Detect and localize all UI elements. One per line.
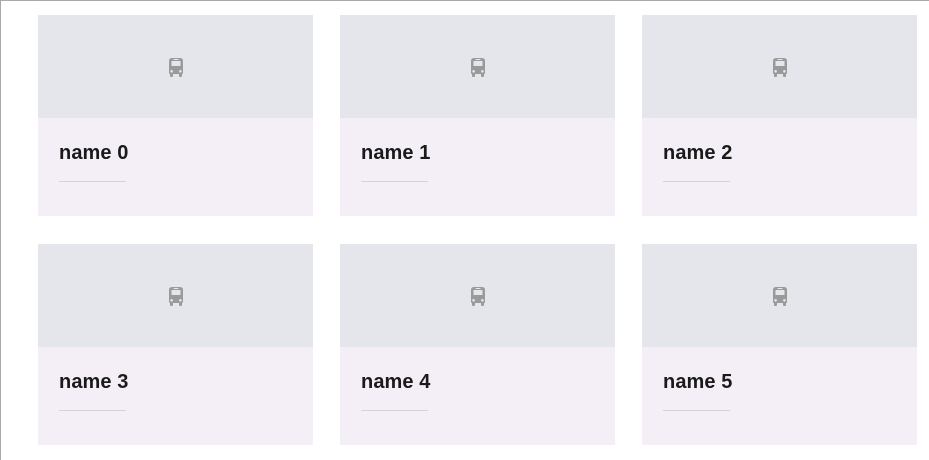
bus-icon — [166, 56, 186, 78]
card-media — [340, 15, 615, 118]
bus-icon — [770, 285, 790, 307]
card-2[interactable]: name 2 — [642, 15, 917, 216]
card-title: name 2 — [663, 142, 733, 164]
card-body: name 2 — [642, 118, 917, 216]
card-3[interactable]: name 3 — [38, 244, 313, 445]
card-body: name 5 — [642, 347, 917, 445]
bus-icon — [468, 285, 488, 307]
card-title: name 3 — [59, 371, 129, 393]
card-body: name 0 — [38, 118, 313, 216]
card-title: name 5 — [663, 371, 733, 393]
title-underline — [59, 410, 126, 411]
title-underline — [361, 181, 428, 182]
card-5[interactable]: name 5 — [642, 244, 917, 445]
card-title: name 4 — [361, 371, 431, 393]
bus-icon — [468, 56, 488, 78]
card-media — [38, 244, 313, 347]
bus-icon — [770, 56, 790, 78]
card-title: name 1 — [361, 142, 431, 164]
title-underline — [663, 181, 730, 182]
card-media — [642, 15, 917, 118]
card-title: name 0 — [59, 142, 129, 164]
card-grid: name 0 name 1 name 2 name 3 name 4 name … — [38, 15, 917, 445]
bus-icon — [166, 285, 186, 307]
card-body: name 4 — [340, 347, 615, 445]
title-underline — [663, 410, 730, 411]
title-underline — [361, 410, 428, 411]
card-media — [340, 244, 615, 347]
card-media — [38, 15, 313, 118]
card-body: name 3 — [38, 347, 313, 445]
title-underline — [59, 181, 126, 182]
card-1[interactable]: name 1 — [340, 15, 615, 216]
card-0[interactable]: name 0 — [38, 15, 313, 216]
card-body: name 1 — [340, 118, 615, 216]
viewport: name 0 name 1 name 2 name 3 name 4 name … — [0, 0, 929, 460]
card-media — [642, 244, 917, 347]
card-4[interactable]: name 4 — [340, 244, 615, 445]
